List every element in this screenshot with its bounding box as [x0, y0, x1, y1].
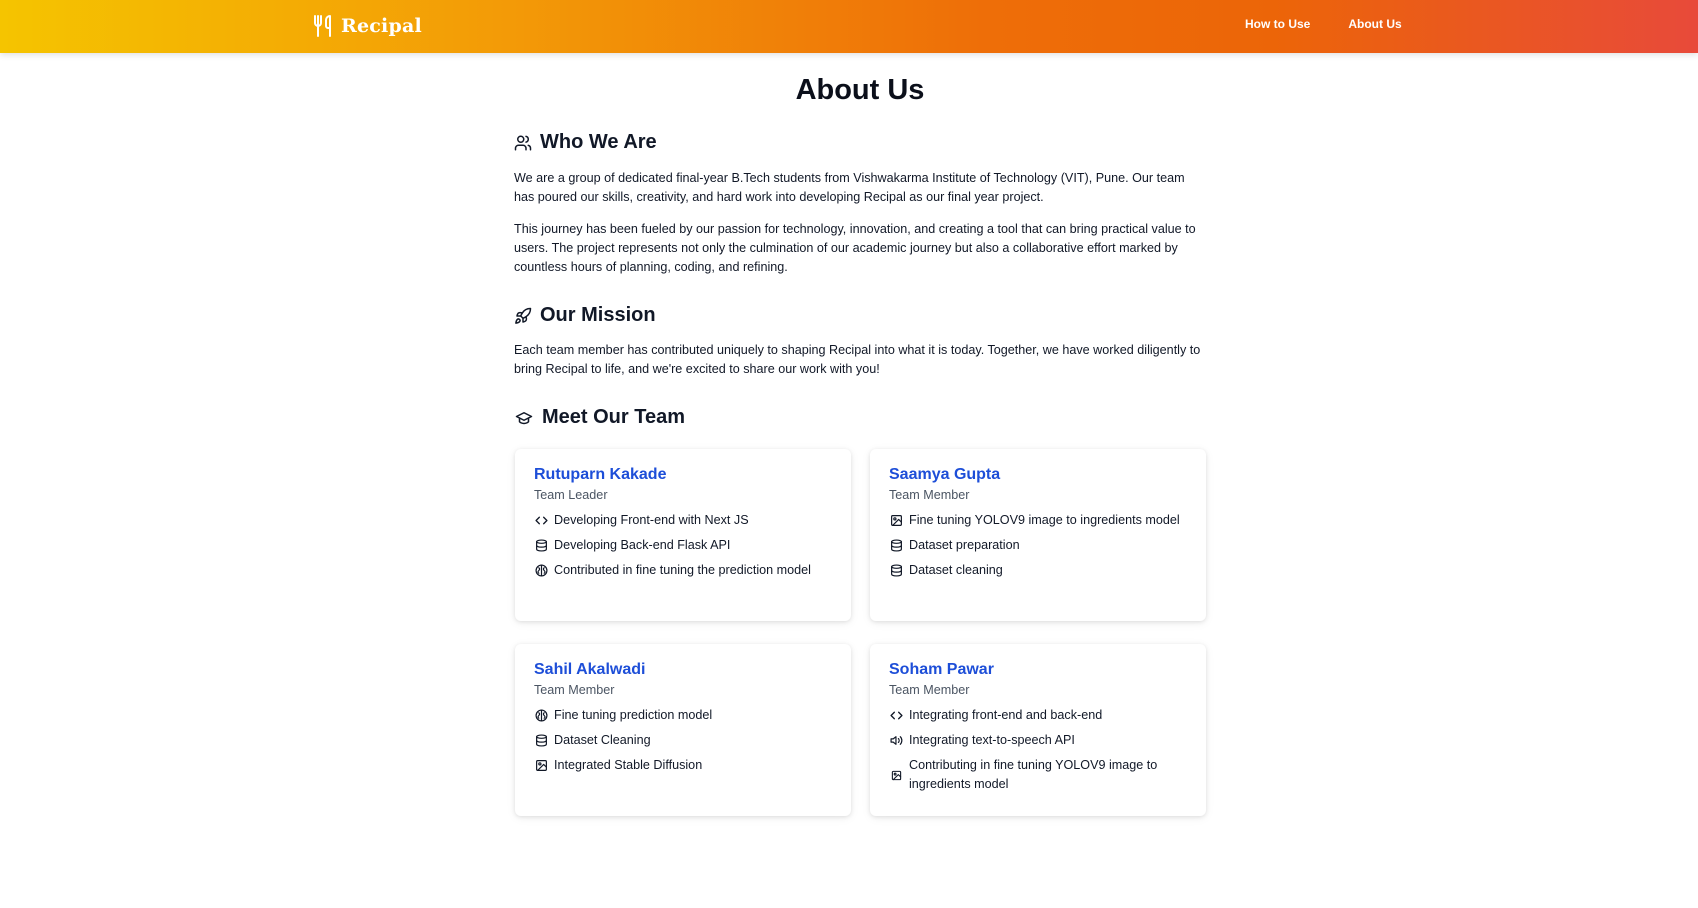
- list-item: Dataset Cleaning: [534, 731, 834, 750]
- list-item: Contributing in fine tuning YOLOV9 image…: [889, 756, 1189, 794]
- page-title: About Us: [795, 74, 925, 106]
- utensils-icon: [313, 14, 335, 38]
- code-icon: [889, 709, 903, 723]
- contribution-list: Developing Front-end with Next JS Develo…: [534, 511, 834, 586]
- member-role: Team Leader: [534, 488, 608, 502]
- member-role: Team Member: [889, 488, 970, 502]
- brain-icon: [534, 709, 548, 723]
- brand-name: Recipal: [341, 15, 422, 37]
- list-item: Integrating text-to-speech API: [889, 731, 1189, 750]
- team-title: Meet Our Team: [542, 406, 685, 428]
- image-icon: [534, 759, 548, 773]
- member-role: Team Member: [534, 683, 615, 697]
- list-item: Fine tuning prediction model: [534, 706, 834, 725]
- database-icon: [534, 734, 548, 748]
- users-icon: [514, 134, 532, 152]
- team-card-rutuparn: Rutuparn Kakade Team Leader Developing F…: [515, 449, 851, 621]
- who-we-are-paragraph-1: We are a group of dedicated final-year B…: [514, 171, 1185, 204]
- who-we-are-heading: Who We Are: [514, 131, 657, 154]
- team-heading: Meet Our Team: [514, 406, 685, 429]
- list-item: Dataset preparation: [889, 536, 1189, 555]
- member-name: Sahil Akalwadi: [534, 661, 646, 678]
- contribution-list: Fine tuning prediction model Dataset Cle…: [534, 706, 834, 781]
- mission-heading: Our Mission: [514, 304, 656, 327]
- mission-paragraph: Each team member has contributed uniquel…: [514, 343, 1201, 376]
- list-item: Contributed in fine tuning the predictio…: [534, 561, 834, 580]
- member-name: Rutuparn Kakade: [534, 466, 667, 483]
- brain-icon: [534, 564, 548, 578]
- member-name: Soham Pawar: [889, 661, 994, 678]
- database-icon: [889, 539, 903, 553]
- list-item: Developing Front-end with Next JS: [534, 511, 834, 530]
- list-item: Developing Back-end Flask API: [534, 536, 834, 555]
- code-icon: [534, 514, 548, 528]
- contribution-list: Integrating front-end and back-end Integ…: [889, 706, 1189, 800]
- who-we-are-paragraph-2: This journey has been fueled by our pass…: [514, 222, 1196, 274]
- list-item: Integrating front-end and back-end: [889, 706, 1189, 725]
- database-icon: [889, 564, 903, 578]
- image-icon: [889, 514, 903, 528]
- list-item: Fine tuning YOLOV9 image to ingredients …: [889, 511, 1189, 530]
- nav-links: How to Use About Us: [1245, 17, 1402, 31]
- team-card-saamya: Saamya Gupta Team Member Fine tuning YOL…: [870, 449, 1206, 621]
- image-icon: [889, 768, 903, 782]
- member-role: Team Member: [889, 683, 970, 697]
- mission-title: Our Mission: [540, 304, 656, 326]
- contribution-list: Fine tuning YOLOV9 image to ingredients …: [889, 511, 1189, 586]
- team-card-sahil: Sahil Akalwadi Team Member Fine tuning p…: [515, 644, 851, 816]
- rocket-icon: [514, 307, 532, 325]
- speaker-icon: [889, 734, 903, 748]
- nav-about-us[interactable]: About Us: [1348, 17, 1401, 31]
- graduation-cap-icon: [514, 409, 534, 427]
- member-name: Saamya Gupta: [889, 466, 1001, 483]
- who-we-are-title: Who We Are: [540, 131, 657, 153]
- list-item: Dataset cleaning: [889, 561, 1189, 580]
- database-icon: [534, 539, 548, 553]
- top-navbar: Recipal How to Use About Us: [0, 0, 1698, 53]
- nav-how-to-use[interactable]: How to Use: [1245, 17, 1310, 31]
- brand-logo-link[interactable]: Recipal: [313, 12, 422, 40]
- team-card-soham: Soham Pawar Team Member Integrating fron…: [870, 644, 1206, 816]
- list-item: Integrated Stable Diffusion: [534, 756, 834, 775]
